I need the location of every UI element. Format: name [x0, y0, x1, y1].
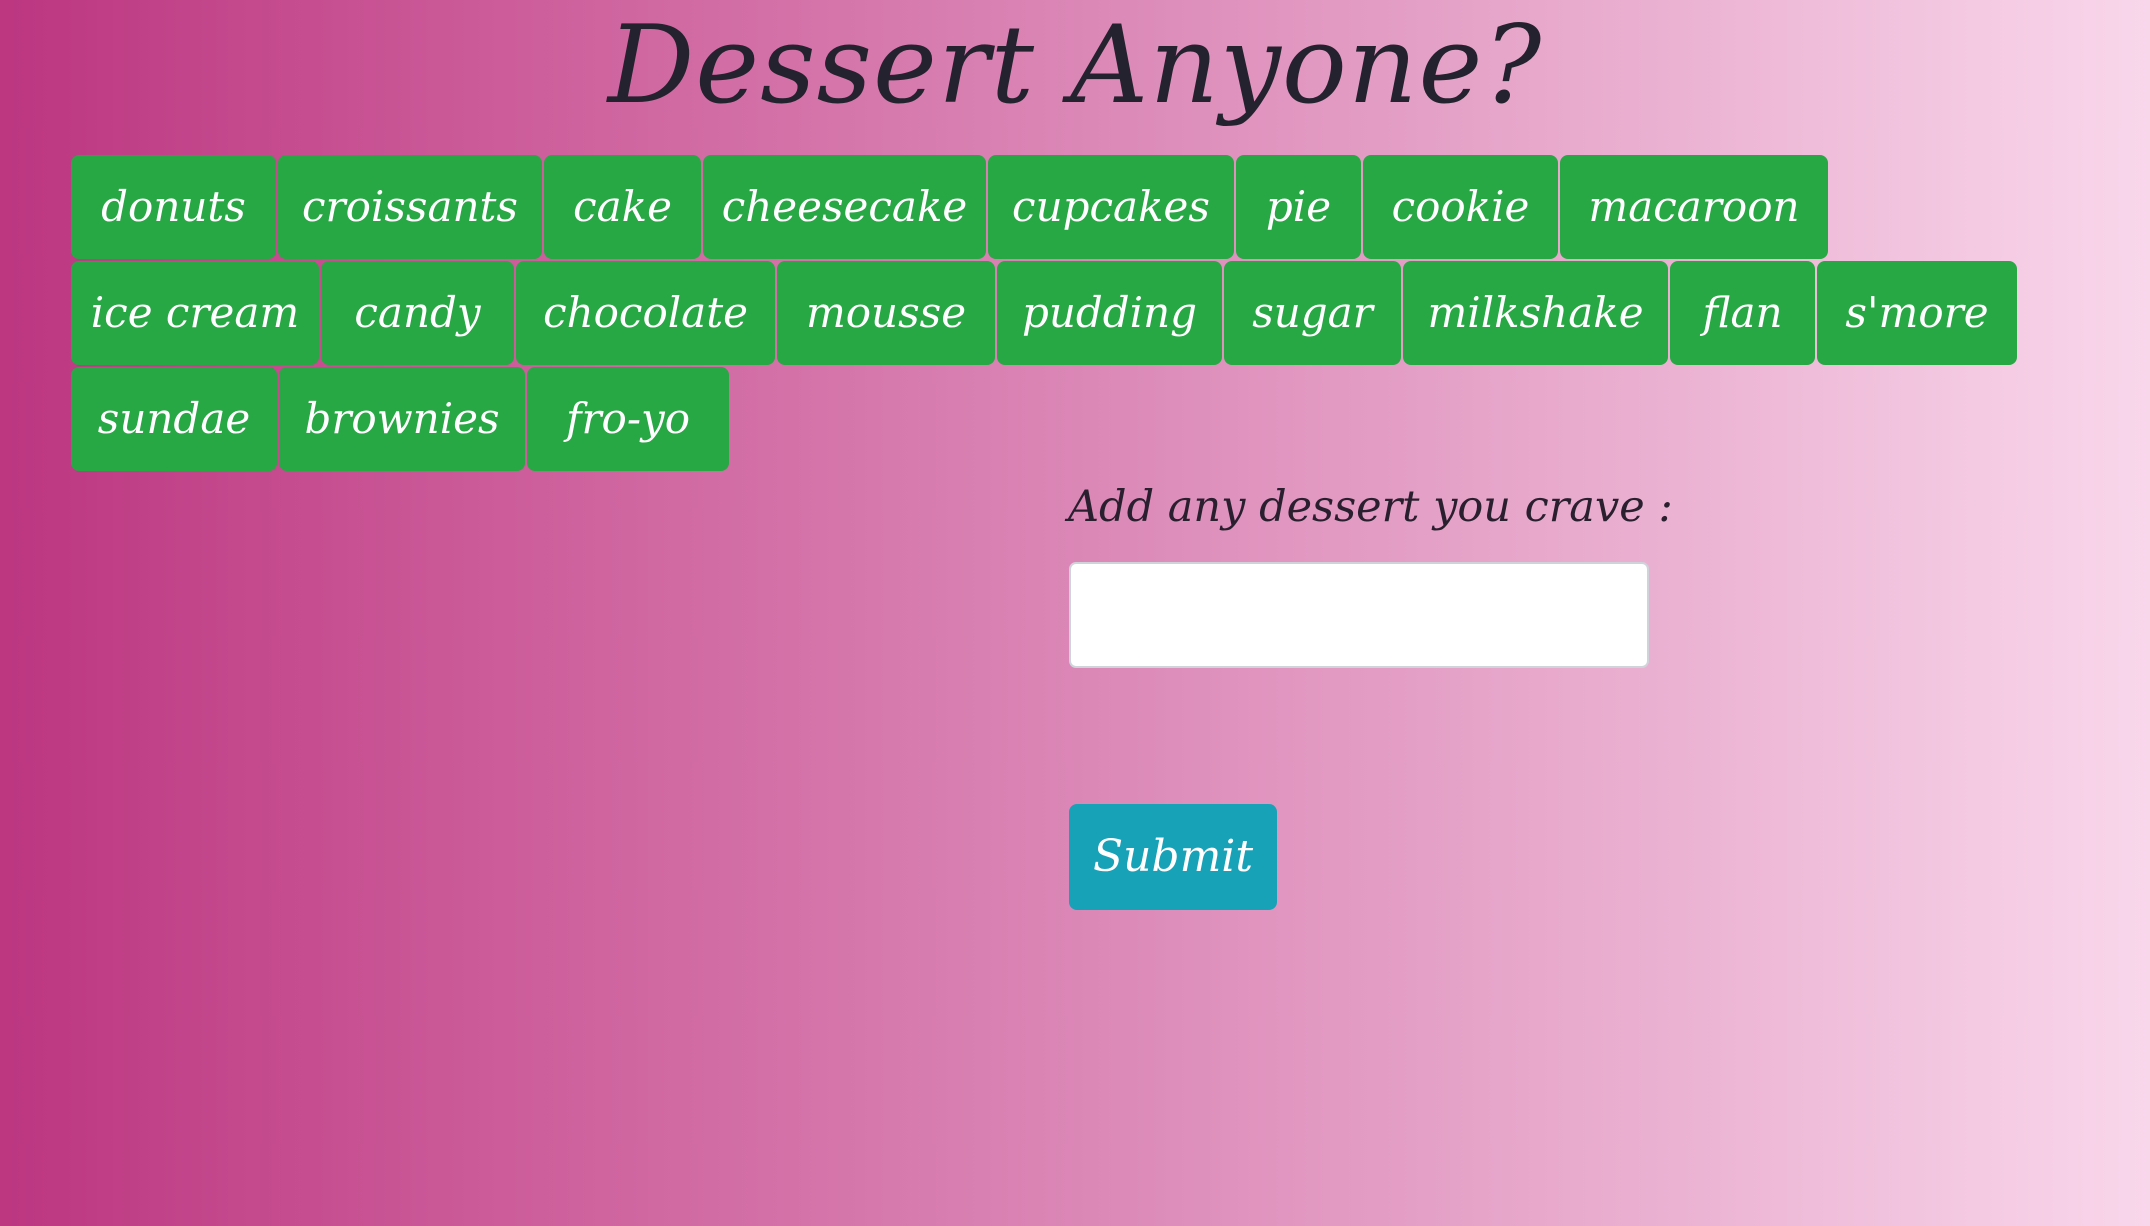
- dessert-input[interactable]: [1069, 562, 1649, 668]
- dessert-button-chocolate[interactable]: chocolate: [516, 261, 775, 365]
- dessert-button-fro-yo[interactable]: fro-yo: [527, 367, 729, 471]
- dessert-button-row-2: ice cream candy chocolate mousse pudding…: [71, 261, 2081, 367]
- dessert-button-pudding[interactable]: pudding: [997, 261, 1222, 365]
- dessert-button-mousse[interactable]: mousse: [777, 261, 995, 365]
- dessert-button-cake[interactable]: cake: [544, 155, 701, 259]
- dessert-button-ice-cream[interactable]: ice cream: [71, 261, 319, 365]
- dessert-button-cheesecake[interactable]: cheesecake: [703, 155, 986, 259]
- dessert-button-pie[interactable]: pie: [1236, 155, 1361, 259]
- dessert-button-donuts[interactable]: donuts: [71, 155, 276, 259]
- dessert-button-flan[interactable]: flan: [1670, 261, 1815, 365]
- dessert-button-milkshake[interactable]: milkshake: [1403, 261, 1668, 365]
- dessert-button-cupcakes[interactable]: cupcakes: [988, 155, 1234, 259]
- dessert-button-macaroon[interactable]: macaroon: [1560, 155, 1828, 259]
- dessert-button-croissants[interactable]: croissants: [278, 155, 542, 259]
- dessert-button-sundae[interactable]: sundae: [71, 367, 277, 471]
- dessert-button-sugar[interactable]: sugar: [1224, 261, 1401, 365]
- dessert-button-row-3: sundae brownies fro-yo: [71, 367, 2081, 473]
- dessert-button-grid: donuts croissants cake cheesecake cupcak…: [71, 155, 2081, 473]
- dessert-button-brownies[interactable]: brownies: [279, 367, 525, 471]
- submit-button[interactable]: Submit: [1069, 804, 1277, 910]
- dessert-button-cookie[interactable]: cookie: [1363, 155, 1558, 259]
- dessert-button-row-1: donuts croissants cake cheesecake cupcak…: [71, 155, 2081, 261]
- dessert-button-candy[interactable]: candy: [321, 261, 514, 365]
- dessert-button-smore[interactable]: s'more: [1817, 261, 2017, 365]
- dessert-input-label: Add any dessert you crave :: [1068, 482, 1673, 532]
- page-title: Dessert Anyone?: [607, 3, 1543, 128]
